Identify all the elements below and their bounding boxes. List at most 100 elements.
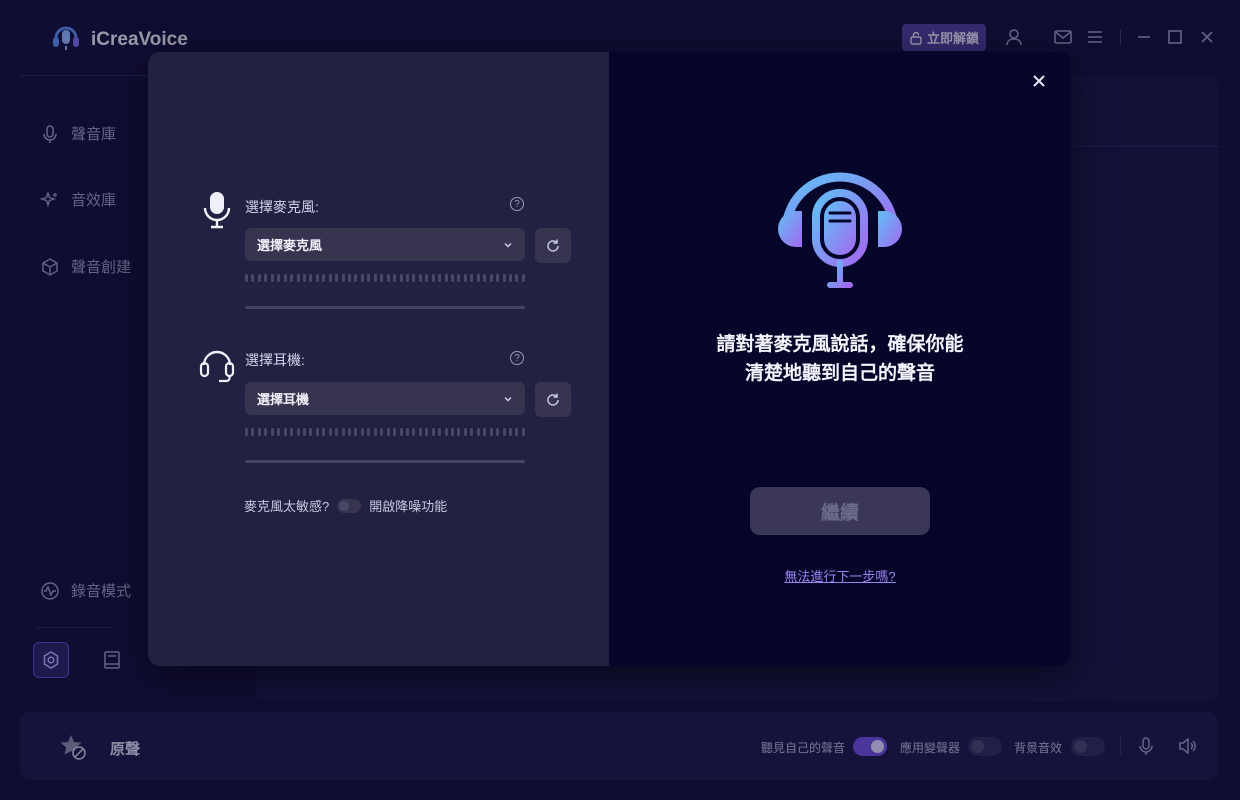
level-tick <box>521 274 525 282</box>
level-tick <box>302 428 306 436</box>
prompt-line-2: 清楚地聽到自己的聲音 <box>744 362 935 384</box>
level-tick <box>508 428 512 436</box>
close-dialog-icon[interactable] <box>1030 72 1048 90</box>
level-tick <box>438 428 442 436</box>
level-tick <box>412 428 416 436</box>
cannot-proceed-link[interactable]: 無法進行下一步嗎? <box>609 566 1071 585</box>
level-tick <box>489 428 493 436</box>
level-tick <box>341 274 345 282</box>
chevron-down-icon <box>504 242 512 247</box>
level-tick <box>283 274 287 282</box>
level-tick <box>322 428 326 436</box>
refresh-icon <box>547 239 559 252</box>
headset-section-label: 選擇耳機: <box>245 352 305 368</box>
level-tick <box>393 274 397 282</box>
level-tick <box>328 428 332 436</box>
level-tick <box>360 274 364 282</box>
level-tick <box>322 274 326 282</box>
mic-help-icon[interactable]: ? <box>510 197 524 211</box>
level-tick <box>380 428 384 436</box>
headset-volume-slider[interactable] <box>245 460 525 463</box>
level-tick <box>489 274 493 282</box>
level-tick <box>476 274 480 282</box>
level-tick <box>431 274 435 282</box>
level-tick <box>264 274 268 282</box>
level-tick <box>245 274 248 282</box>
mic-select-value: 選擇麥克風 <box>257 238 323 253</box>
level-tick <box>425 274 429 282</box>
level-tick <box>290 428 294 436</box>
level-tick <box>283 428 287 436</box>
level-tick <box>457 428 461 436</box>
continue-button[interactable]: 繼續 <box>750 487 930 535</box>
noise-question: 麥克風太敏感? <box>244 499 330 514</box>
level-tick <box>257 428 261 436</box>
level-tick <box>373 274 377 282</box>
level-tick <box>502 274 506 282</box>
headset-icon <box>199 350 235 383</box>
noise-reduction-row: 麥克風太敏感? 開啟降噪功能 <box>244 496 447 515</box>
level-tick <box>367 274 371 282</box>
level-tick <box>354 428 358 436</box>
level-tick <box>418 274 422 282</box>
level-tick <box>251 428 255 436</box>
level-tick <box>412 274 416 282</box>
level-tick <box>380 274 384 282</box>
level-tick <box>335 274 339 282</box>
level-tick <box>470 274 474 282</box>
level-tick <box>438 274 442 282</box>
level-tick <box>277 274 281 282</box>
headset-select[interactable]: 選擇耳機 <box>245 382 525 415</box>
level-tick <box>245 428 248 436</box>
headset-refresh-button[interactable] <box>535 382 571 417</box>
level-tick <box>386 428 390 436</box>
headset-help-icon[interactable]: ? <box>510 351 524 365</box>
mic-refresh-button[interactable] <box>535 228 571 263</box>
level-tick <box>431 428 435 436</box>
level-tick <box>425 428 429 436</box>
level-tick <box>515 428 519 436</box>
mic-section-label: 選擇麥克風: <box>245 199 319 215</box>
refresh-icon <box>547 393 559 406</box>
level-tick <box>270 428 274 436</box>
level-tick <box>373 428 377 436</box>
level-tick <box>257 274 261 282</box>
mic-select[interactable]: 選擇麥克風 <box>245 228 525 261</box>
level-tick <box>354 274 358 282</box>
level-tick <box>315 428 319 436</box>
level-tick <box>483 428 487 436</box>
level-tick <box>335 428 339 436</box>
level-tick <box>508 274 512 282</box>
mic-volume-slider[interactable] <box>245 306 525 309</box>
level-tick <box>302 274 306 282</box>
level-tick <box>399 274 403 282</box>
level-tick <box>277 428 281 436</box>
noise-toggle-label: 開啟降噪功能 <box>369 499 448 514</box>
headset-level-meter <box>245 428 525 436</box>
level-tick <box>296 428 300 436</box>
device-setup-dialog: 選擇麥克風: ? 選擇麥克風 選擇耳機: ? 選擇耳機 麥克風太敏感? 開啟降噪… <box>148 52 1071 666</box>
level-tick <box>290 274 294 282</box>
level-tick <box>315 274 319 282</box>
level-tick <box>502 428 506 436</box>
level-tick <box>457 274 461 282</box>
level-tick <box>309 274 313 282</box>
noise-reduction-toggle[interactable] <box>337 498 362 513</box>
level-tick <box>296 274 300 282</box>
mic-level-meter <box>245 274 525 282</box>
level-tick <box>444 428 448 436</box>
level-tick <box>470 428 474 436</box>
level-tick <box>444 274 448 282</box>
microphone-device-icon <box>203 192 231 229</box>
level-tick <box>328 274 332 282</box>
dialog-left-panel: 選擇麥克風: ? 選擇麥克風 選擇耳機: ? 選擇耳機 麥克風太敏感? 開啟降噪… <box>148 52 609 666</box>
level-tick <box>264 428 268 436</box>
level-tick <box>476 428 480 436</box>
speak-prompt: 請對著麥克風說話，確保你能 清楚地聽到自己的聲音 <box>609 330 1071 388</box>
headset-select-value: 選擇耳機 <box>257 392 310 407</box>
level-tick <box>418 428 422 436</box>
headset-microphone-icon <box>778 172 902 288</box>
level-tick <box>367 428 371 436</box>
level-tick <box>521 428 525 436</box>
level-tick <box>386 274 390 282</box>
